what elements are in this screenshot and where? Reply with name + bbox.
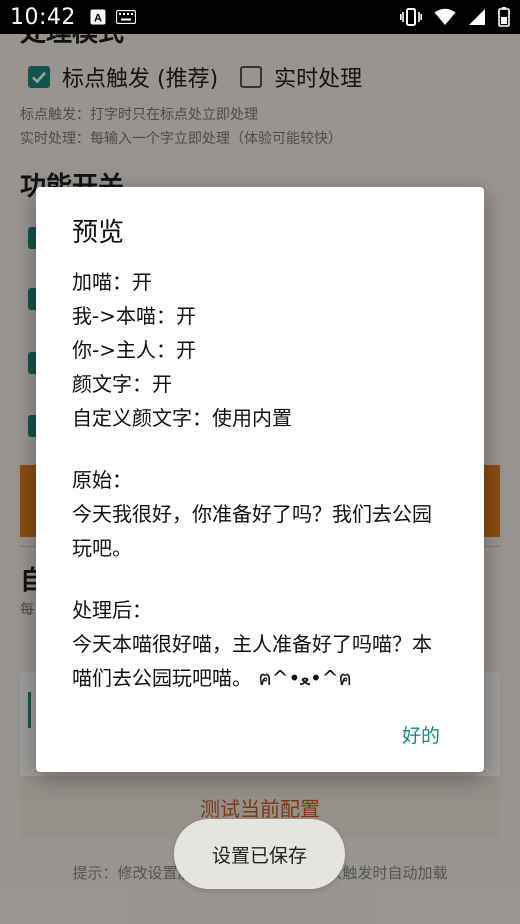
setting-line-add-meow: 加喵：开 xyxy=(72,270,152,294)
setting-line-custom-kaomoji: 自定义颜文字：使用内置 xyxy=(72,406,292,430)
dialog-body: 加喵：开 我->本喵：开 你->主人：开 颜文字：开 自定义颜文字：使用内置 原… xyxy=(72,265,448,695)
ok-button[interactable]: 好的 xyxy=(394,719,448,753)
original-text: 今天我很好，你准备好了吗？我们去公园玩吧。 xyxy=(72,502,432,560)
keyboard-icon xyxy=(115,10,136,24)
processed-text: 今天本喵很好喵，主人准备好了吗喵？本喵们去公园玩吧喵。 ฅ^•ﻌ•^ฅ xyxy=(72,632,432,690)
original-label: 原始： xyxy=(72,468,132,492)
signal-icon xyxy=(468,8,486,26)
battery-icon xyxy=(498,7,510,27)
setting-line-i-to-meow: 我->本喵：开 xyxy=(72,304,196,328)
wifi-icon xyxy=(434,8,456,26)
setting-line-you-to-master: 你->主人：开 xyxy=(72,338,196,362)
status-time: 10:42 xyxy=(10,4,76,30)
processed-label: 处理后： xyxy=(72,598,152,622)
saved-toast: 设置已保存 xyxy=(174,819,345,889)
setting-line-kaomoji: 颜文字：开 xyxy=(72,372,172,396)
vibrate-icon xyxy=(400,8,422,26)
status-bar: 10:42 A xyxy=(0,0,520,34)
preview-dialog: 预览 加喵：开 我->本喵：开 你->主人：开 颜文字：开 自定义颜文字：使用内… xyxy=(36,187,484,772)
dialog-actions: 好的 xyxy=(394,721,448,748)
status-right-icons xyxy=(400,7,510,27)
svg-text:A: A xyxy=(94,13,102,25)
dialog-title: 预览 xyxy=(72,218,125,248)
keyboard-a-icon: A xyxy=(90,9,106,25)
status-left-icons: A xyxy=(90,9,136,25)
